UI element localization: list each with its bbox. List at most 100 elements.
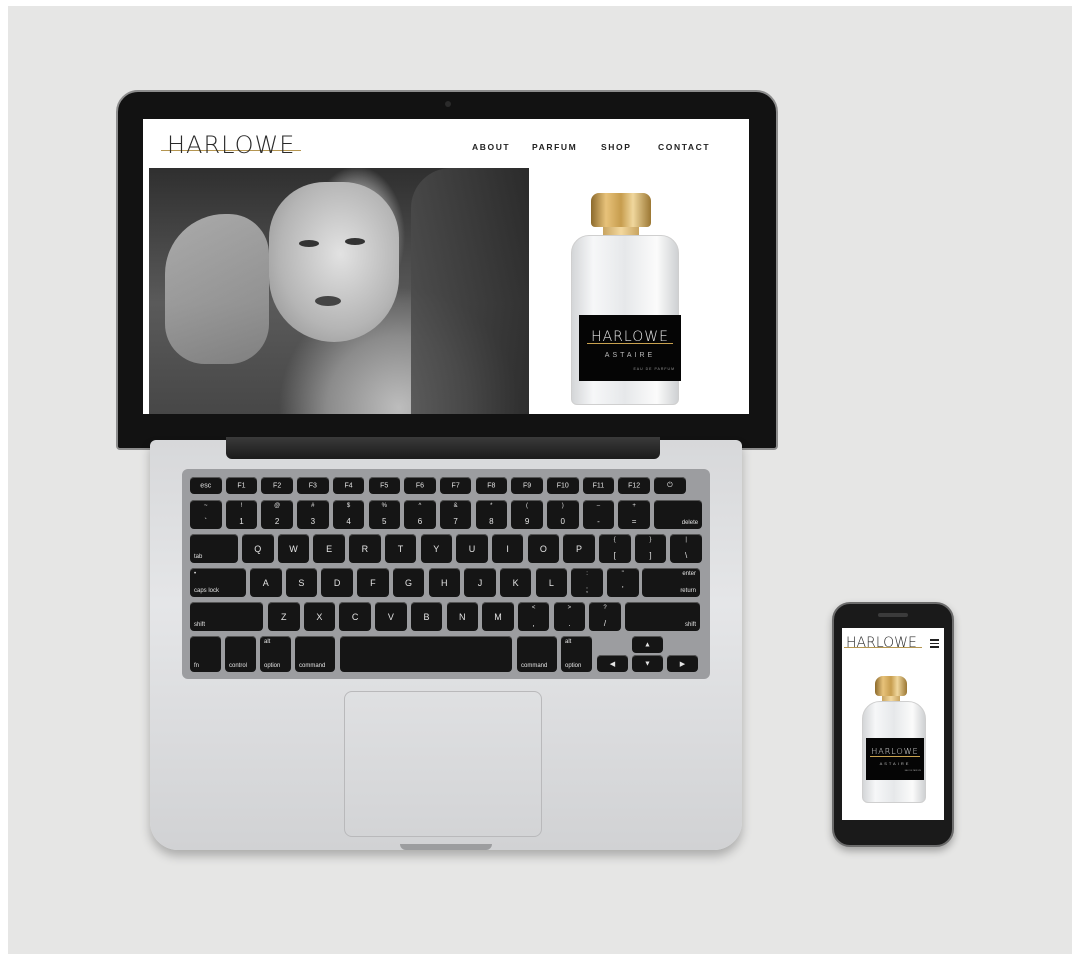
- nav-shop[interactable]: SHOP: [601, 142, 632, 152]
- key-return[interactable]: enter return: [642, 568, 700, 597]
- key-letter[interactable]: O: [527, 534, 560, 563]
- menu-icon[interactable]: [930, 637, 939, 650]
- key-number[interactable]: ! 1: [225, 500, 258, 529]
- key-power[interactable]: ⏻: [654, 477, 686, 494]
- key-legend: 1: [239, 517, 244, 526]
- key-fn[interactable]: fn: [190, 636, 221, 672]
- key-letter[interactable]: W: [277, 534, 310, 563]
- key-f3[interactable]: F3: [297, 477, 329, 494]
- key-command-right[interactable]: command: [517, 636, 557, 672]
- key-shift-right[interactable]: shift: [625, 602, 700, 631]
- key-symbol[interactable]: ? /: [589, 602, 621, 631]
- key-letter[interactable]: C: [339, 602, 371, 631]
- key-number[interactable]: ^ 6: [404, 500, 436, 529]
- key-symbol[interactable]: " ': [607, 568, 639, 597]
- logo[interactable]: HARLOWE: [167, 131, 295, 159]
- key-letter[interactable]: S: [285, 568, 318, 597]
- key-arrow-right[interactable]: ▶: [667, 655, 698, 672]
- key-option-right[interactable]: alt option: [561, 636, 592, 672]
- key-number[interactable]: #3: [297, 500, 329, 529]
- key-number[interactable]: (9: [511, 500, 543, 529]
- key-letter[interactable]: M: [482, 602, 514, 631]
- key-caps-lock[interactable]: caps lock •: [190, 568, 246, 597]
- key-arrow-left[interactable]: ◀: [597, 655, 628, 672]
- key-f10[interactable]: F10: [547, 477, 579, 494]
- key-legend: delete: [681, 520, 699, 526]
- nav-contact[interactable]: CONTACT: [658, 142, 710, 152]
- key-f4[interactable]: F4: [332, 477, 365, 494]
- key-letter[interactable]: X: [303, 602, 336, 631]
- key-letter[interactable]: Z: [268, 602, 300, 631]
- key-number[interactable]: – -: [582, 500, 615, 529]
- key-letter[interactable]: T: [384, 534, 417, 563]
- key-legend: F8: [487, 482, 496, 489]
- key-letter[interactable]: P: [563, 534, 595, 563]
- caps-indicator-icon: •: [194, 571, 197, 577]
- mobile-logo[interactable]: HARLOWE: [846, 635, 917, 651]
- key-f12[interactable]: F12: [618, 477, 650, 494]
- key-letter[interactable]: A: [250, 568, 282, 597]
- key-f11[interactable]: F11: [582, 477, 615, 494]
- key-letter[interactable]: Q: [242, 534, 274, 563]
- nav-parfum[interactable]: PARFUM: [532, 142, 577, 152]
- key-f7[interactable]: F7: [439, 477, 472, 494]
- phone-speaker: [878, 613, 908, 617]
- key-letter[interactable]: F: [357, 568, 389, 597]
- key-f6[interactable]: F6: [404, 477, 436, 494]
- key-legend: Q: [254, 543, 262, 554]
- key-f2[interactable]: F2: [261, 477, 293, 494]
- key-legend: ◀: [609, 660, 616, 668]
- key-tab[interactable]: tab: [190, 534, 238, 563]
- key-number[interactable]: & 7: [439, 500, 472, 529]
- key-letter[interactable]: N: [446, 602, 478, 631]
- key-f9[interactable]: F9: [511, 477, 543, 494]
- key-arrow-up[interactable]: ▲: [632, 636, 663, 653]
- key-letter[interactable]: E: [313, 534, 345, 563]
- key-letter[interactable]: K: [499, 568, 532, 597]
- key-symbol[interactable]: }]: [634, 534, 667, 563]
- key-letter[interactable]: H: [428, 568, 460, 597]
- mobile-perfume-bottle[interactable]: HARLOWE ASTAIRE EAU DE PARFUM: [860, 676, 930, 806]
- key-letter[interactable]: V: [375, 602, 407, 631]
- trackpad[interactable]: [344, 691, 542, 837]
- key-space[interactable]: [340, 636, 512, 672]
- key-esc[interactable]: esc: [190, 477, 222, 494]
- key-f5[interactable]: F5: [368, 477, 400, 494]
- key-number[interactable]: $4: [332, 500, 365, 529]
- key-number[interactable]: + =: [618, 500, 650, 529]
- key-f1[interactable]: F1: [225, 477, 258, 494]
- key-arrow-down[interactable]: ▼: [632, 655, 663, 672]
- key-legend: %: [381, 503, 387, 509]
- key-f8[interactable]: F8: [475, 477, 508, 494]
- key-command-left[interactable]: command: [295, 636, 335, 672]
- key-letter[interactable]: L: [535, 568, 568, 597]
- key-symbol[interactable]: {[: [599, 534, 631, 563]
- key-number[interactable]: ) 0: [547, 500, 579, 529]
- key-symbol[interactable]: | \: [670, 534, 702, 563]
- key-number[interactable]: % 5: [368, 500, 400, 529]
- key-symbol[interactable]: <,: [517, 602, 550, 631]
- key-symbol[interactable]: >.: [553, 602, 586, 631]
- key-letter[interactable]: D: [321, 568, 353, 597]
- key-letter[interactable]: J: [464, 568, 496, 597]
- key-letter[interactable]: U: [456, 534, 488, 563]
- key-number[interactable]: @2: [261, 500, 293, 529]
- key-option-left[interactable]: alt option: [260, 636, 291, 672]
- key-shift-left[interactable]: shift: [190, 602, 263, 631]
- key-letter[interactable]: I: [491, 534, 524, 563]
- key-letter[interactable]: G: [392, 568, 425, 597]
- perfume-bottle[interactable]: HARLOWE ASTAIRE EAU DE PARFUM: [563, 193, 693, 413]
- key-legend: option: [264, 663, 281, 669]
- key-number[interactable]: * 8: [475, 500, 508, 529]
- key-symbol[interactable]: :;: [571, 568, 603, 597]
- key-delete[interactable]: delete: [654, 500, 703, 529]
- photo-lips: [315, 296, 341, 306]
- key-legend: ~: [203, 503, 208, 509]
- key-letter[interactable]: Y: [420, 534, 452, 563]
- nav-about[interactable]: ABOUT: [472, 142, 510, 152]
- key-letter[interactable]: B: [410, 602, 443, 631]
- key-legend: <: [531, 605, 536, 611]
- key-control[interactable]: control: [225, 636, 256, 672]
- key-number[interactable]: ~ `: [190, 500, 222, 529]
- key-letter[interactable]: R: [349, 534, 381, 563]
